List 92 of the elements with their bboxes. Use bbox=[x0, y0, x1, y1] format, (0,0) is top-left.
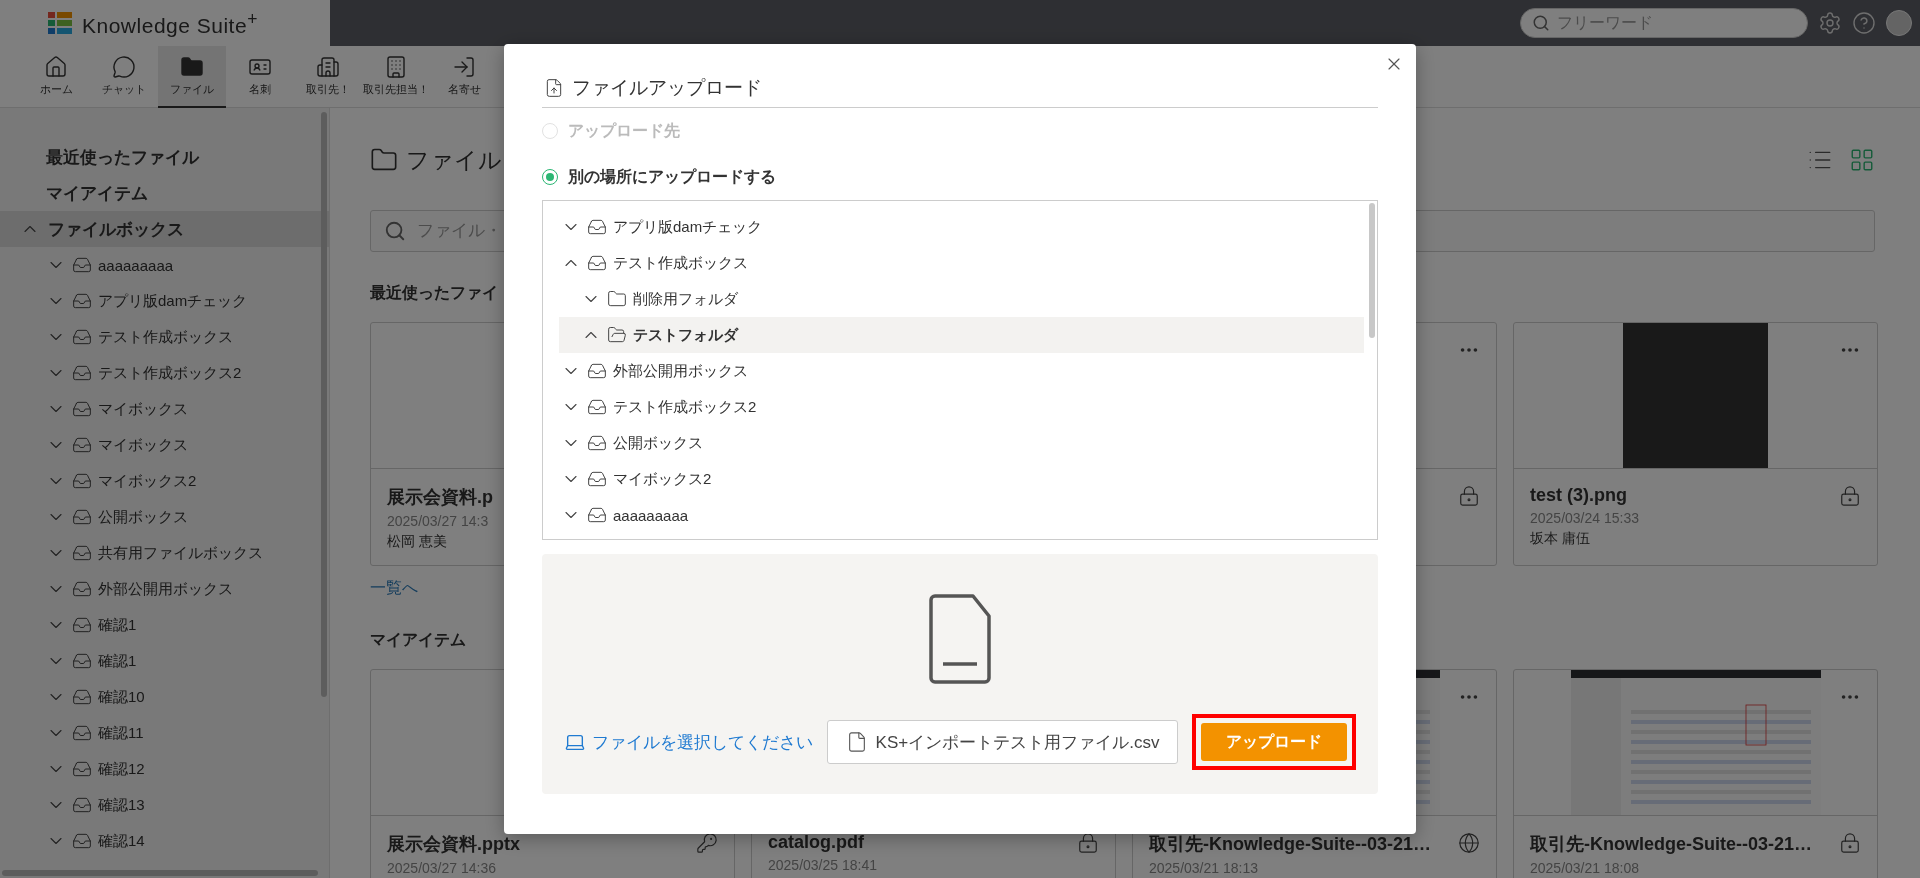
page-title: ファイル bbox=[406, 145, 502, 175]
tray-icon bbox=[72, 723, 92, 743]
dialog-title: ファイルアップロード bbox=[572, 75, 762, 100]
tray-icon bbox=[587, 397, 607, 417]
tray-icon bbox=[72, 327, 92, 347]
tray-icon bbox=[72, 759, 92, 779]
open-folder-icon bbox=[607, 325, 627, 345]
file-name: 展示会資料.p bbox=[387, 486, 493, 509]
avatar[interactable] bbox=[1886, 10, 1912, 36]
tray-icon bbox=[72, 399, 92, 419]
tray-icon bbox=[587, 361, 607, 381]
tray-icon bbox=[587, 469, 607, 489]
tree-item[interactable]: アプリ版damチェック bbox=[559, 209, 1364, 245]
tree-item[interactable]: マイボックス2 bbox=[559, 461, 1364, 497]
tray-icon bbox=[72, 543, 92, 563]
tray-icon bbox=[72, 363, 92, 383]
file-upload-icon bbox=[544, 77, 564, 98]
search-icon bbox=[384, 220, 406, 242]
file-date: 2025/03/27 14:36 bbox=[387, 860, 496, 876]
logo-icon bbox=[48, 12, 72, 34]
file-name-field: KS+インポートテスト用ファイル.csv bbox=[826, 720, 1179, 764]
key-icon bbox=[696, 832, 718, 854]
sidebar-item[interactable]: 確認12 bbox=[0, 751, 329, 787]
tray-icon bbox=[72, 615, 92, 635]
radio-option[interactable]: 別の場所にアップロードする bbox=[542, 154, 776, 200]
view-all-link[interactable]: 一覧へ bbox=[370, 578, 418, 599]
file-name: 取引先-Knowledge-Suite--03-21… bbox=[1149, 833, 1432, 856]
globe-icon bbox=[1458, 832, 1480, 854]
tray-icon bbox=[72, 435, 92, 455]
tray-icon bbox=[72, 291, 92, 311]
choose-file-link[interactable]: ファイルを選択してください bbox=[563, 730, 813, 754]
file-date: 2025/03/25 18:41 bbox=[768, 857, 877, 873]
search-icon bbox=[1532, 14, 1550, 32]
settings-icon[interactable] bbox=[1818, 11, 1842, 35]
grid-view-icon[interactable] bbox=[1849, 147, 1875, 173]
building-icon bbox=[316, 55, 340, 79]
folder-icon bbox=[180, 55, 204, 79]
section-heading: マイアイテム bbox=[370, 630, 466, 650]
file-owner: 松岡 恵美 bbox=[387, 533, 447, 551]
toolbar-tab[interactable]: チャット bbox=[90, 46, 158, 108]
toolbar-tab[interactable]: 取引先担当！ bbox=[362, 46, 430, 108]
tray-icon bbox=[72, 471, 92, 491]
file-date: 2025/03/21 18:08 bbox=[1530, 860, 1639, 876]
sidebar-item[interactable]: ファイルボックス bbox=[0, 211, 329, 247]
toolbar-tab[interactable]: ファイル bbox=[158, 46, 226, 108]
tree-item[interactable]: 外部公開用ボックス bbox=[559, 353, 1364, 389]
tray-icon bbox=[72, 255, 92, 275]
folder-icon bbox=[607, 289, 627, 309]
file-name: test (3).png bbox=[1530, 485, 1627, 506]
chat-bubble-icon bbox=[112, 55, 136, 79]
sidebar-item[interactable]: 確認11 bbox=[0, 715, 329, 751]
file-name: 取引先-Knowledge-Suite--03-21… bbox=[1530, 833, 1813, 856]
toolbar-tab[interactable]: 名刺 bbox=[226, 46, 294, 108]
tray-icon bbox=[72, 579, 92, 599]
toolbar-tab[interactable]: ホーム bbox=[22, 46, 90, 108]
tree-item[interactable]: テスト作成ボックス bbox=[559, 245, 1364, 281]
tray-icon bbox=[587, 433, 607, 453]
toolbar-tab[interactable]: 取引先！ bbox=[294, 46, 362, 108]
home-icon bbox=[44, 55, 68, 79]
lock-icon bbox=[1839, 485, 1861, 507]
building-icon bbox=[384, 55, 408, 79]
logo-text: Knowledge Suite$^{+}$ bbox=[82, 8, 258, 38]
enter-arrow-icon bbox=[452, 55, 476, 79]
lock-icon bbox=[1077, 832, 1099, 854]
tray-icon bbox=[72, 687, 92, 707]
section-heading: 最近使ったファイ bbox=[370, 283, 498, 303]
help-icon[interactable] bbox=[1852, 11, 1876, 35]
upload-button[interactable]: アップロード bbox=[1201, 723, 1348, 761]
tray-icon bbox=[72, 651, 92, 671]
tree-item[interactable]: aaaaaaaaa bbox=[559, 497, 1364, 533]
tray-icon bbox=[72, 795, 92, 815]
lock-icon bbox=[1839, 832, 1861, 854]
tray-icon bbox=[587, 217, 607, 237]
tray-icon bbox=[587, 505, 607, 525]
file-owner: 坂本 庸伍 bbox=[1530, 530, 1590, 548]
sidebar-item[interactable]: 確認14 bbox=[0, 823, 329, 859]
tray-icon bbox=[587, 253, 607, 273]
file-name: catalog.pdf bbox=[768, 832, 864, 853]
toolbar-tab[interactable]: 名寄せ bbox=[430, 46, 498, 108]
tree-item[interactable]: テストフォルダ bbox=[559, 317, 1364, 353]
tree-item[interactable]: テスト作成ボックス2 bbox=[559, 389, 1364, 425]
tree-item[interactable]: 公開ボックス bbox=[559, 425, 1364, 461]
sidebar-item[interactable]: 確認13 bbox=[0, 787, 329, 823]
file-name: 展示会資料.pptx bbox=[387, 833, 520, 856]
tree-item[interactable]: 削除用フォルダ bbox=[559, 281, 1364, 317]
file-icon bbox=[929, 594, 991, 684]
file-date: 2025/03/24 15:33 bbox=[1530, 510, 1639, 526]
tray-icon bbox=[72, 507, 92, 527]
file-date: 2025/03/27 14:3 bbox=[387, 513, 489, 529]
file-date: 2025/03/21 18:13 bbox=[1149, 860, 1258, 876]
lock-icon bbox=[1458, 485, 1480, 507]
tray-icon bbox=[72, 831, 92, 851]
